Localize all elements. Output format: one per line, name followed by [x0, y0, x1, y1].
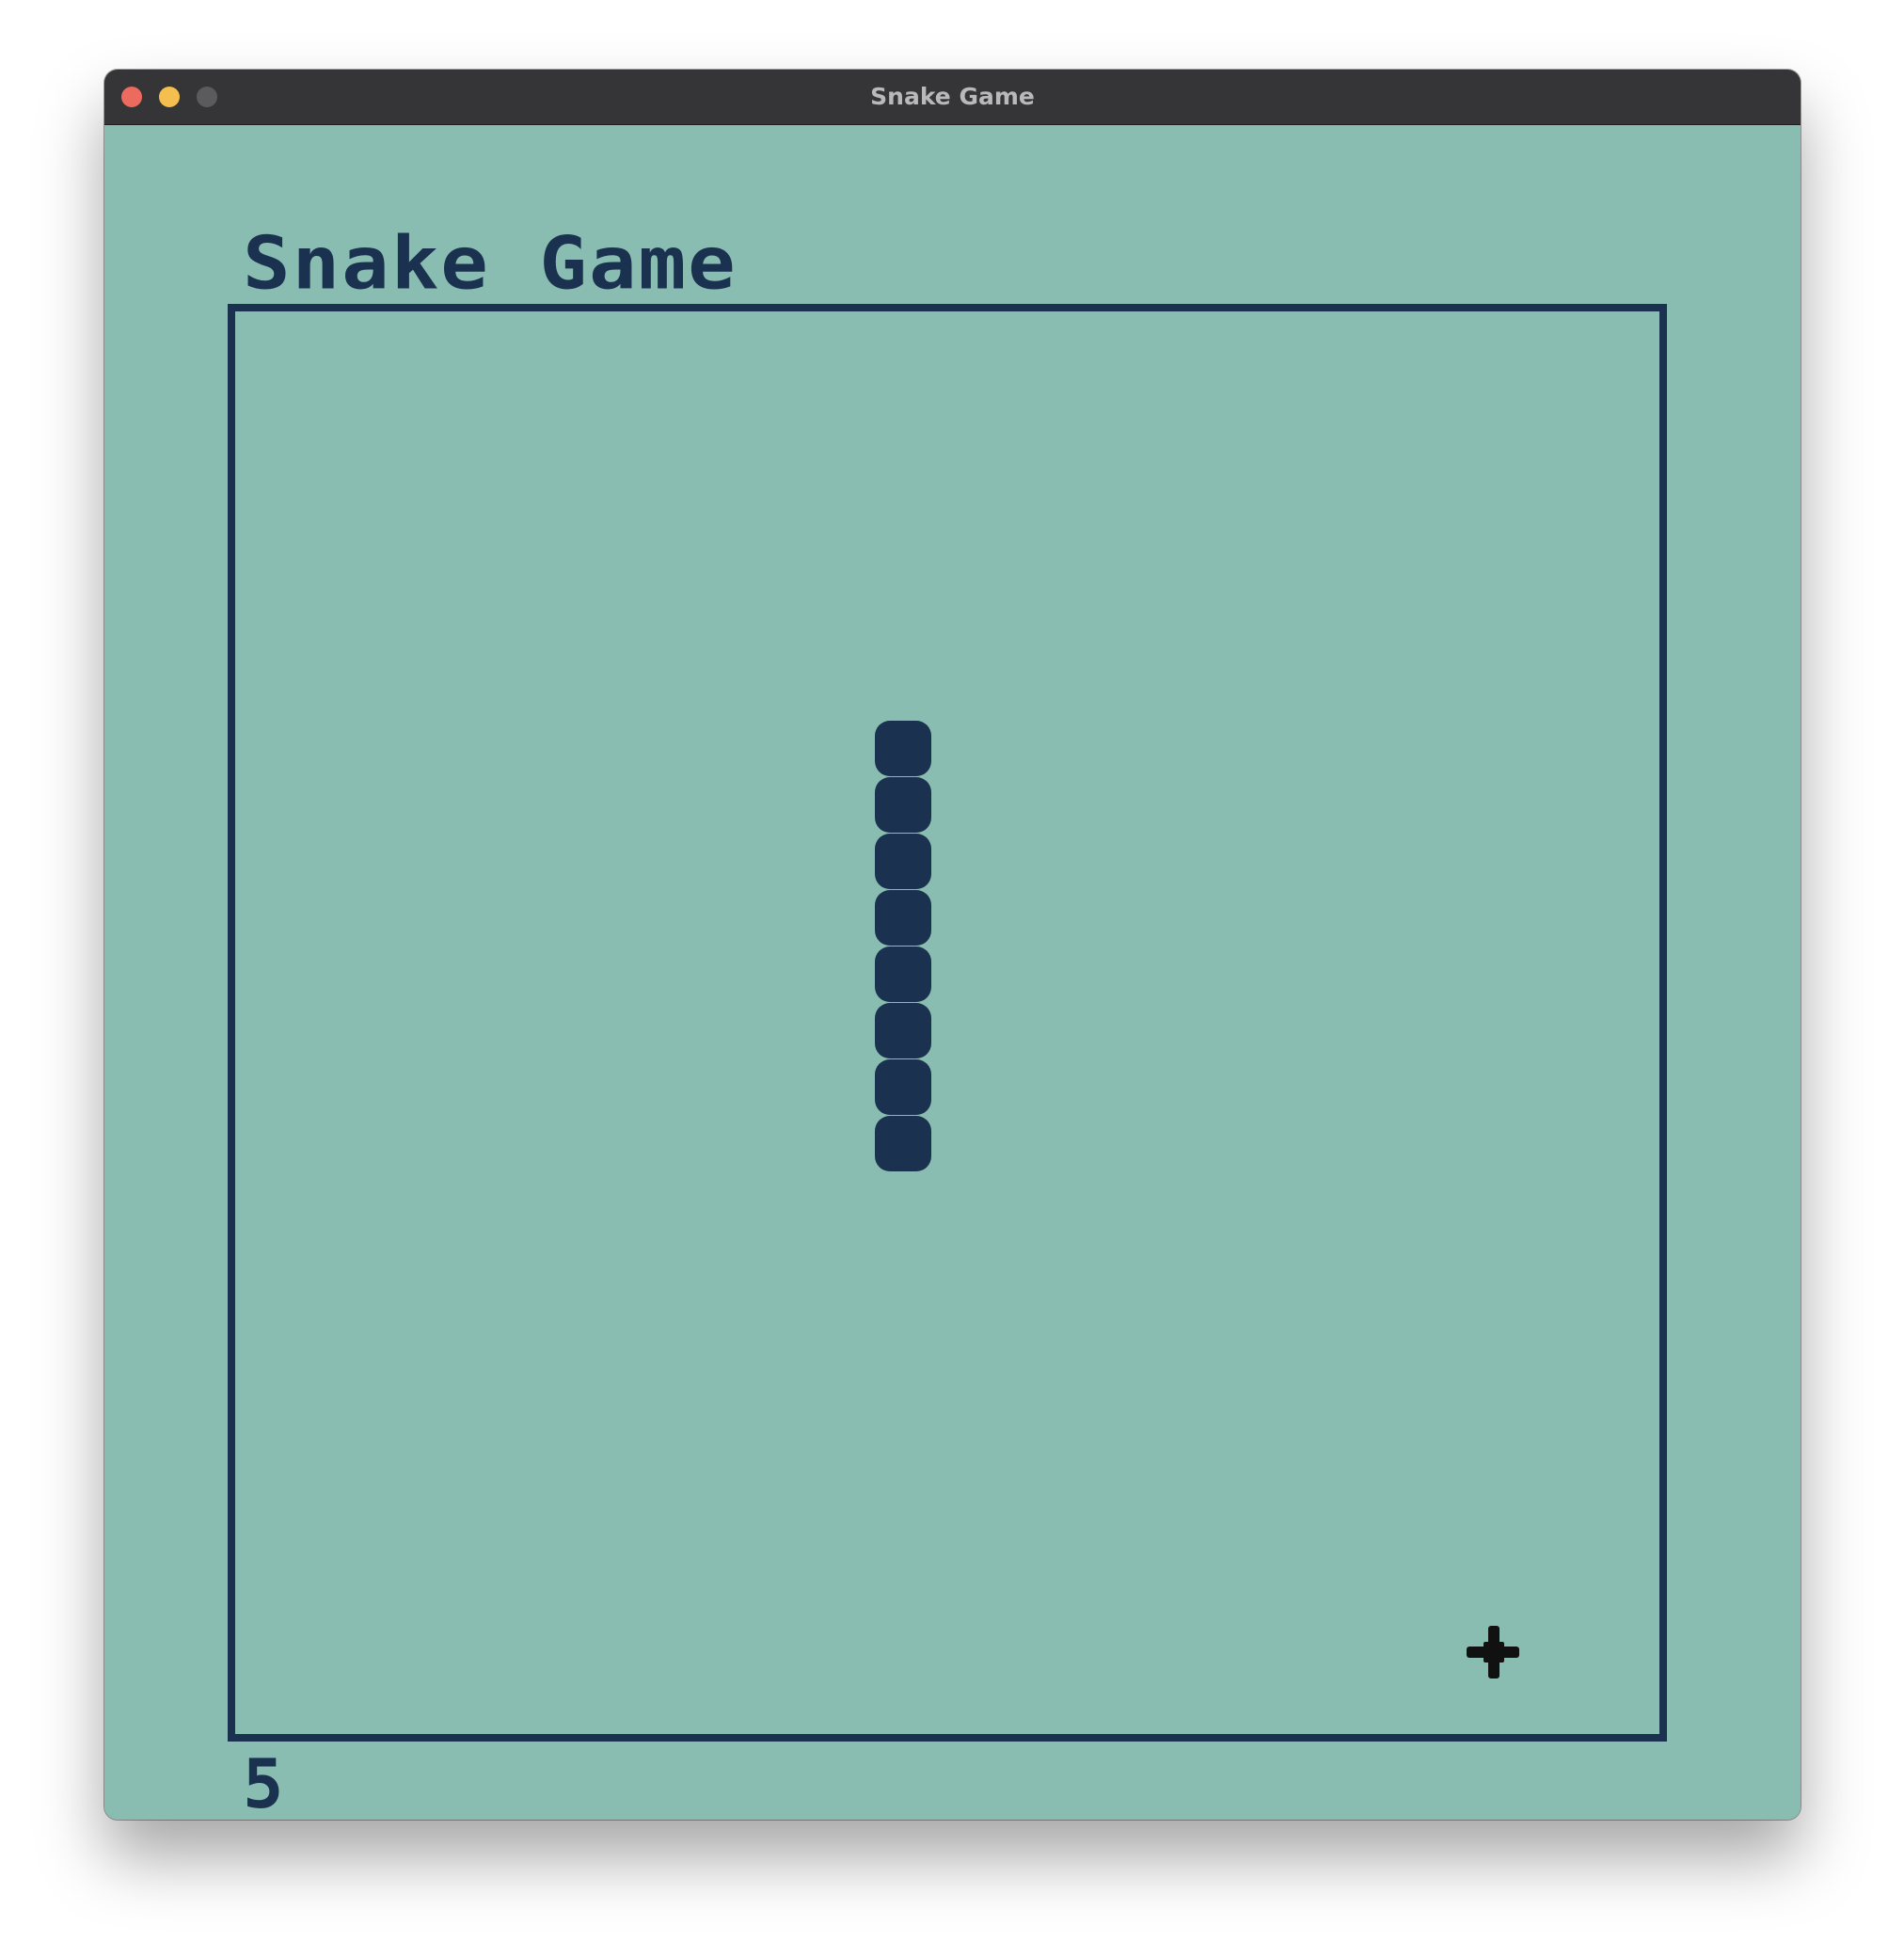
title-bar[interactable]: Snake Game: [104, 70, 1801, 125]
board-canvas: [875, 721, 931, 1171]
snake-head: [875, 721, 931, 776]
score-display: 5: [243, 1744, 284, 1820]
game-area[interactable]: Snake Game 5: [104, 125, 1801, 1820]
game-board[interactable]: [228, 304, 1667, 1742]
snake-segment: [875, 1003, 931, 1058]
snake-segment: [875, 1059, 931, 1115]
game-title: Snake Game: [243, 220, 738, 306]
snake-segment: [875, 777, 931, 833]
snake-segment: [875, 1116, 931, 1171]
snake-segment: [875, 947, 931, 1002]
snake-segment: [875, 834, 931, 889]
snake-segment: [875, 890, 931, 946]
food-plus-icon: [1467, 1626, 1519, 1679]
app-window: Snake Game Snake Game 5: [104, 70, 1801, 1820]
window-title: Snake Game: [870, 83, 1035, 110]
